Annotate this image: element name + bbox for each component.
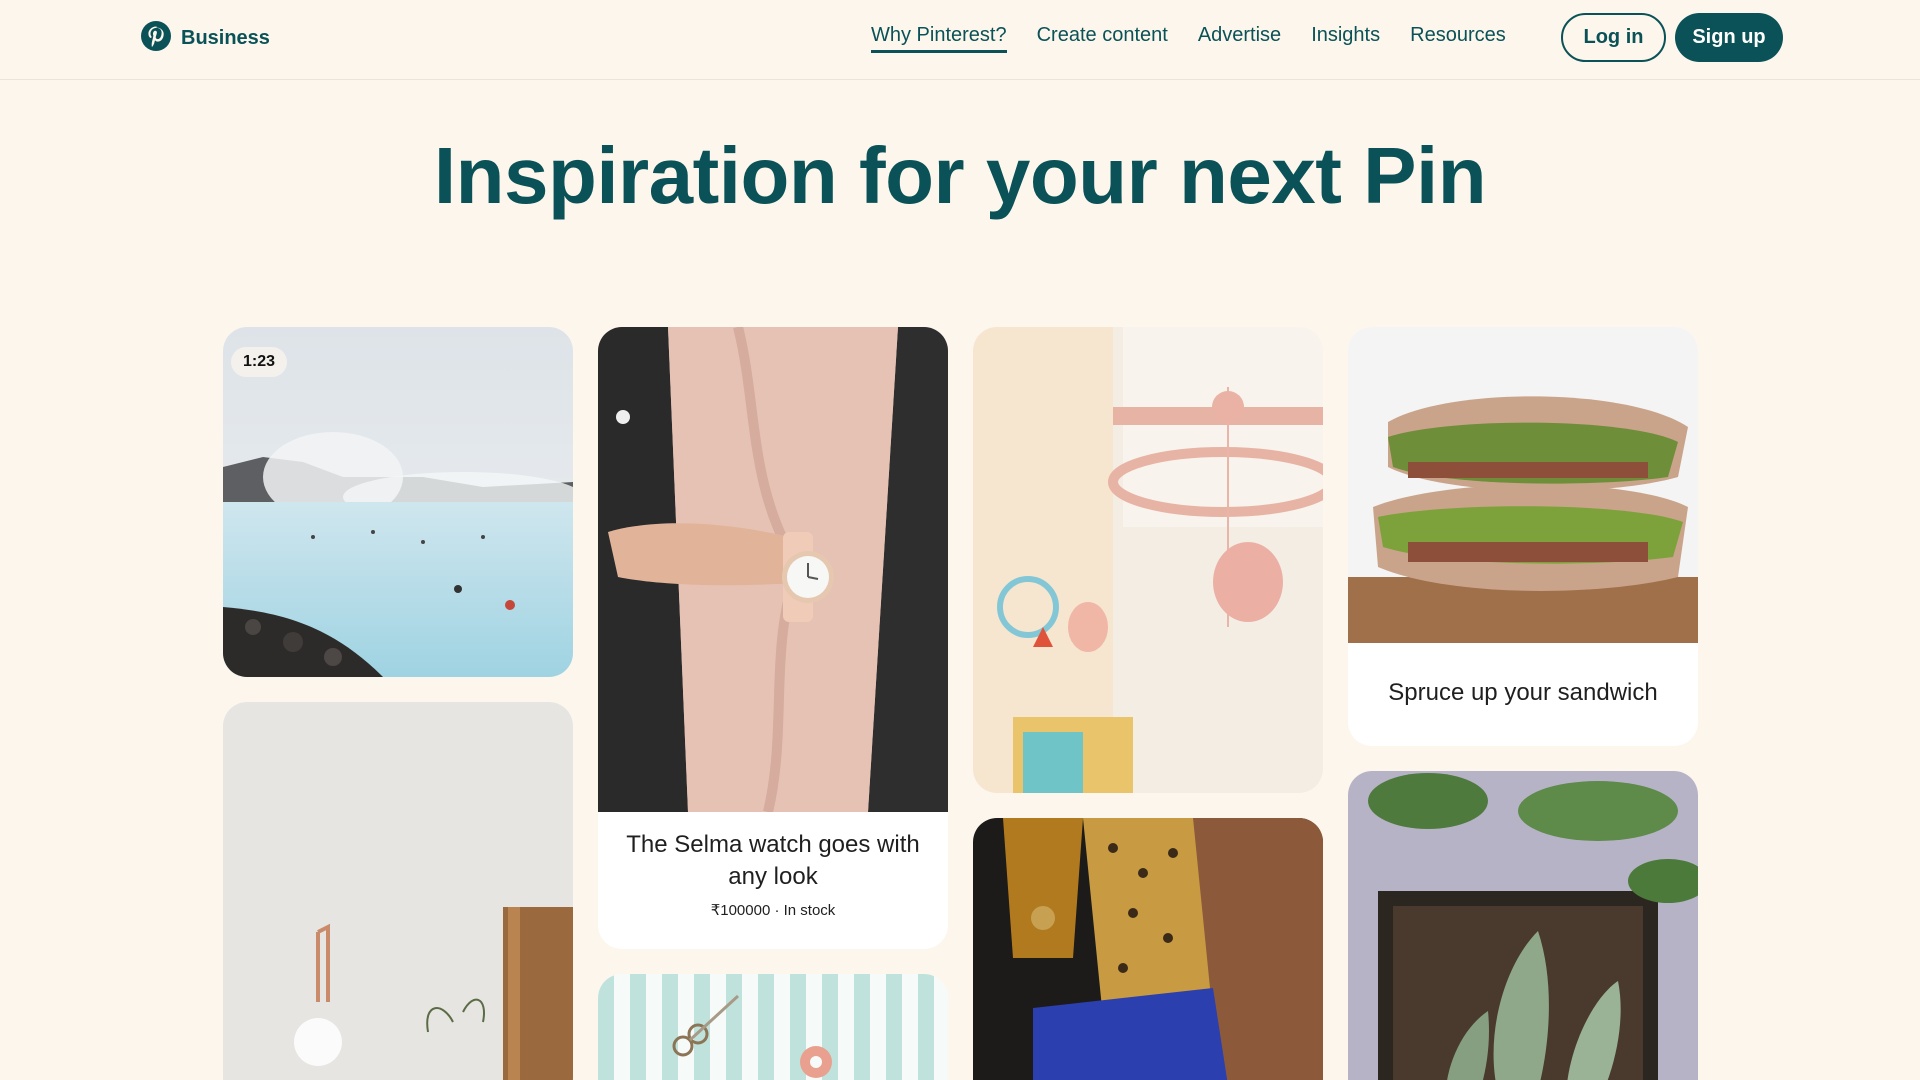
page-title: Inspiration for your next Pin xyxy=(433,131,1487,220)
site-header: Business Why Pinterest? Create content A… xyxy=(0,0,1920,80)
nav-advertise[interactable]: Advertise xyxy=(1198,24,1281,53)
pin-craft[interactable] xyxy=(598,974,948,1080)
video-duration-badge: 1:23 xyxy=(231,347,288,377)
pin-fashion[interactable] xyxy=(973,818,1323,1080)
pin-image-mobile xyxy=(973,327,1323,793)
pin-watch[interactable]: The Selma watch goes with any look ₹1000… xyxy=(598,327,948,949)
pin-title-sandwich: Spruce up your sandwich xyxy=(1388,679,1658,706)
pin-image-craft xyxy=(598,974,948,1080)
pin-image-herbs xyxy=(1348,771,1698,1080)
pin-caption-watch: The Selma watch goes with any look ₹1000… xyxy=(598,829,948,921)
pin-sandwich[interactable]: Spruce up your sandwich xyxy=(1348,327,1698,746)
nav-insights[interactable]: Insights xyxy=(1311,24,1380,53)
pin-image-lagoon xyxy=(223,327,573,677)
nav-create-content[interactable]: Create content xyxy=(1037,24,1168,53)
nav-why-pinterest[interactable]: Why Pinterest? xyxy=(871,24,1007,53)
main-nav: Why Pinterest? Create content Advertise … xyxy=(871,24,1506,53)
pin-title-watch: The Selma watch goes with any look xyxy=(626,831,920,890)
brand-name: Business xyxy=(181,26,270,49)
pin-caption-sandwich: Spruce up your sandwich xyxy=(1348,677,1698,709)
pin-herbs[interactable] xyxy=(1348,771,1698,1080)
signup-button[interactable]: Sign up xyxy=(1675,13,1783,62)
pinterest-logo-icon xyxy=(140,20,172,57)
pin-lagoon[interactable]: 1:23 xyxy=(223,327,573,677)
pin-image-fashion xyxy=(973,818,1323,1080)
pin-image-lamp xyxy=(223,702,573,1080)
pin-meta-watch: ₹100000 · In stock xyxy=(710,902,836,919)
pin-image-sandwich xyxy=(1348,327,1698,643)
pin-lamp[interactable] xyxy=(223,702,573,1080)
brand[interactable]: Business xyxy=(140,20,270,57)
pin-mobile[interactable] xyxy=(973,327,1323,793)
nav-resources[interactable]: Resources xyxy=(1410,24,1506,53)
login-button[interactable]: Log in xyxy=(1561,13,1666,62)
pin-image-watch xyxy=(598,327,948,812)
